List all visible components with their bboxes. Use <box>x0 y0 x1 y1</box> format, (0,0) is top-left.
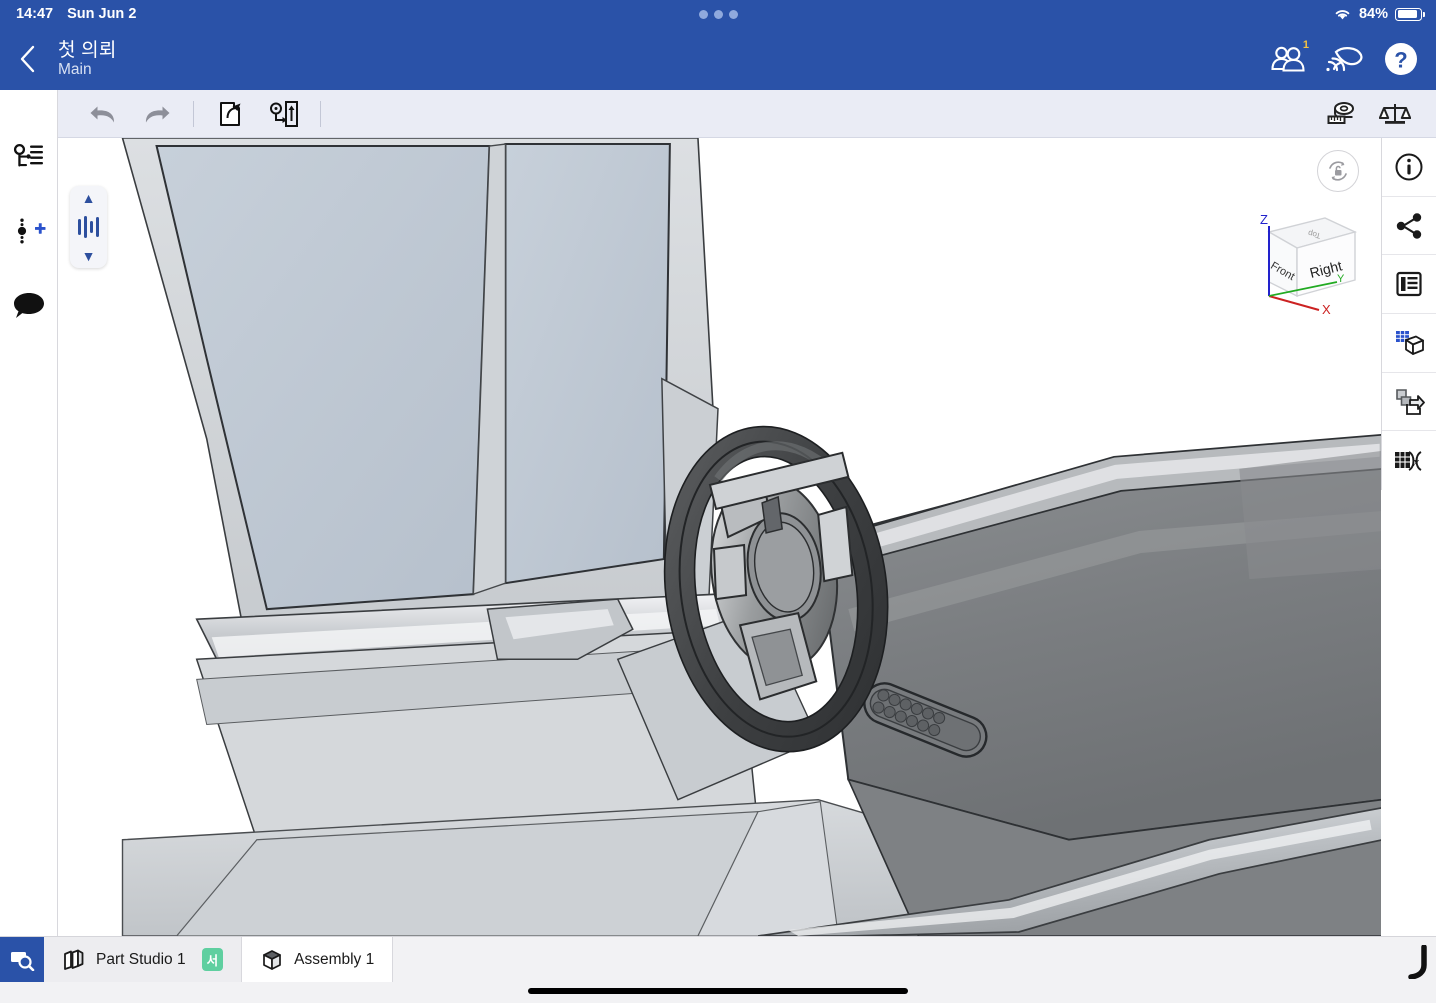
ios-status-bar: 14:47 Sun Jun 2 84% <box>0 0 1436 28</box>
sidebar-item-add-mate[interactable] <box>6 210 52 252</box>
appearance-cube-icon <box>1396 330 1424 355</box>
tab-part-studio-1[interactable]: Part Studio 1 서 <box>44 937 243 982</box>
part-studio-icon <box>64 949 84 970</box>
chevron-down-icon[interactable]: ▼ <box>82 249 96 263</box>
assembly-cube-icon <box>263 949 281 970</box>
three-dots-icon <box>728 9 738 19</box>
left-tool-rail <box>0 90 58 936</box>
three-dots-icon <box>713 9 723 19</box>
toolbar-divider <box>320 100 321 127</box>
collaborators-count: 1 <box>1302 39 1309 51</box>
explode-view-slider[interactable]: ▲ ▼ <box>70 186 107 268</box>
onshape-assembly-app: 14:47 Sun Jun 2 84% 첫 의뢰 Main 1 ? ▲ ▼ Fr… <box>0 0 1436 1003</box>
workspace-name: Main <box>58 60 92 78</box>
comment-icon <box>13 293 44 318</box>
zoom-to-fit-icon <box>11 951 35 971</box>
insert-part-icon <box>220 101 241 126</box>
info-icon <box>1395 153 1423 181</box>
insert-button[interactable] <box>203 90 257 138</box>
tab-language-badge: 서 <box>201 948 224 971</box>
right-tool-rail: x <box>1381 138 1436 490</box>
measure-tape-icon <box>1327 101 1354 124</box>
zoom-to-fit-button[interactable] <box>0 937 44 982</box>
measure-button[interactable] <box>1314 90 1368 138</box>
undo-arrow-icon <box>90 106 115 122</box>
redo-arrow-icon <box>145 106 170 122</box>
back-button[interactable] <box>0 28 56 90</box>
share-icon <box>1396 212 1422 239</box>
variables-button[interactable]: x <box>1382 431 1436 490</box>
wifi-icon <box>1333 7 1352 21</box>
axis-z-label: Z <box>1260 212 1268 227</box>
follow-mode-button[interactable] <box>1324 38 1366 80</box>
app-header: 첫 의뢰 Main 1 ? <box>0 28 1436 90</box>
assembly-toolbar <box>58 90 1436 138</box>
share-button[interactable] <box>1382 197 1436 256</box>
help-question-icon: ? <box>1385 43 1417 75</box>
variables-table-icon: x <box>1395 450 1422 471</box>
3d-viewport[interactable]: ▲ ▼ Front Right Top Z X Y <box>58 138 1381 936</box>
rotate-lock-button[interactable] <box>1317 150 1359 192</box>
export-button[interactable] <box>1382 373 1436 432</box>
help-button[interactable]: ? <box>1380 38 1422 80</box>
axis-y-label: Y <box>1337 273 1345 285</box>
redo-button[interactable] <box>130 90 184 138</box>
dynamic-island-dots <box>0 9 1436 19</box>
battery-percent: 84% <box>1358 6 1388 22</box>
bottom-tab-bar: Part Studio 1 서 Assembly 1 <box>0 936 1436 1003</box>
chevron-left-icon <box>20 45 35 73</box>
follow-mode-icon <box>1326 47 1363 72</box>
add-mate-icon <box>17 218 45 244</box>
status-right: 84% <box>1333 6 1425 22</box>
bill-of-materials-icon <box>1396 272 1422 297</box>
tab-label: Assembly 1 <box>294 950 375 968</box>
svg-text:?: ? <box>1394 48 1407 73</box>
details-button[interactable] <box>1382 138 1436 197</box>
view-cube[interactable]: Front Right Top Z X Y <box>1233 200 1373 320</box>
assembly-3d-model <box>58 138 1381 936</box>
corner-hook-icon <box>1404 945 1430 979</box>
document-titles: 첫 의뢰 Main <box>56 40 117 79</box>
bill-of-materials-button[interactable] <box>1382 255 1436 315</box>
export-copy-icon <box>1396 388 1425 415</box>
battery-icon <box>1395 7 1425 21</box>
chevron-up-icon[interactable]: ▲ <box>82 191 96 205</box>
sidebar-item-instances[interactable] <box>6 136 52 178</box>
mass-properties-scale-icon <box>1379 103 1411 124</box>
mate-connector-button[interactable] <box>257 90 311 138</box>
feature-list-icon <box>13 143 43 167</box>
rotate-lock-icon <box>1329 161 1347 181</box>
undo-button[interactable] <box>76 90 130 138</box>
sidebar-item-comments[interactable] <box>6 284 52 326</box>
mass-properties-button[interactable] <box>1368 90 1422 138</box>
tab-row: Part Studio 1 서 Assembly 1 <box>0 937 394 982</box>
display-state-button[interactable] <box>1382 314 1436 373</box>
collaborators-button[interactable]: 1 <box>1268 38 1310 80</box>
home-indicator-bar <box>528 988 908 994</box>
header-actions: 1 ? <box>1268 38 1422 80</box>
tab-label: Part Studio 1 <box>96 950 186 968</box>
toolbar-right-group <box>1314 90 1422 138</box>
svg-text:x: x <box>1412 454 1419 469</box>
mate-connector-icon <box>270 100 298 127</box>
explode-slider-icon[interactable] <box>78 216 99 238</box>
axis-x-label: X <box>1322 302 1331 317</box>
toolbar-divider <box>193 100 194 127</box>
tab-assembly-1[interactable]: Assembly 1 <box>242 937 394 982</box>
page-title: 첫 의뢰 <box>58 39 117 61</box>
three-dots-icon <box>698 9 708 19</box>
